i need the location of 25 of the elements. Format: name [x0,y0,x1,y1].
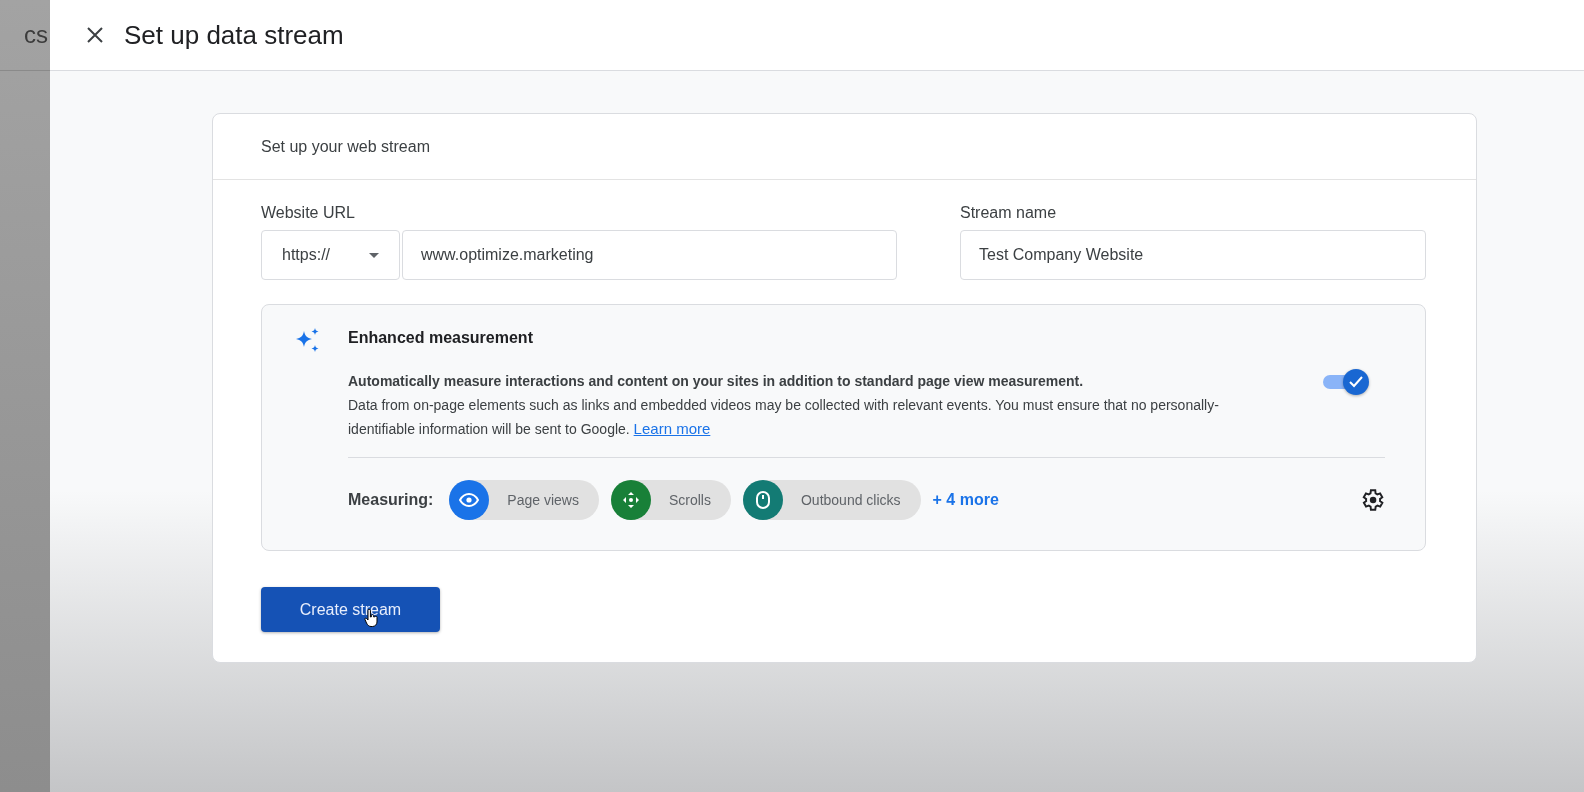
stream-name-field[interactable]: Test Company Website [960,230,1426,280]
eye-icon [459,493,480,507]
background-page-text: cs [24,21,48,49]
field-label: Website URL [261,204,356,222]
more-link[interactable]: + 4 more [932,491,999,509]
caret-icon [369,252,379,258]
enhanced-toggle[interactable] [1321,369,1369,395]
section-title: Enhanced measurement [348,329,534,347]
check-icon [1349,376,1363,388]
field-label: Stream name [960,204,1058,222]
page-title: Set up data stream [124,19,344,51]
card-title: Set up your web stream [261,137,430,156]
description-text: Data from on-page elements such as links and embedded videos may be collected with relevant events. You must ensure that no personally-identifiable information will be sent to Google. Learn more [348,396,1220,439]
create-stream-button[interactable]: Create stream [261,587,440,632]
protocol-dropdown[interactable]: https:// [261,230,400,280]
measuring-label: Measuring: [348,491,434,509]
measurement-chip: Outbound clicks [742,480,921,520]
learn-more-link[interactable]: Learn more [633,420,711,437]
description-lead: Automatically measure interactions and content on your sites in addition to standard page view measurement. [348,372,1085,391]
mouse-icon [755,491,770,509]
close-icon[interactable] [86,26,104,44]
measurement-chip: Page views [449,480,599,520]
measurement-chip: Scrolls [610,480,731,520]
website-url-field[interactable]: www.optimize.marketing [402,230,897,280]
move-arrows-icon [621,491,640,509]
